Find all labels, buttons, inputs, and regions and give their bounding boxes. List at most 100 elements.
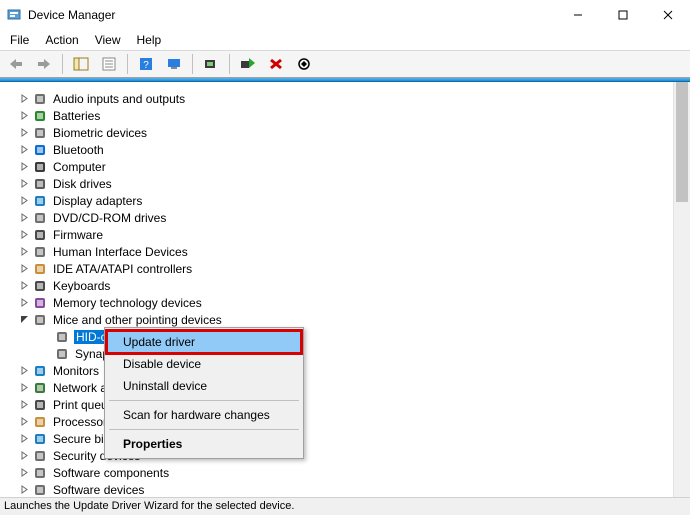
tree-node[interactable]: Disk drives [18, 175, 686, 192]
expand-icon[interactable] [18, 382, 30, 394]
tree-node[interactable]: Computer [18, 158, 686, 175]
scan-hardware-button[interactable] [162, 53, 186, 75]
expand-icon[interactable] [18, 144, 30, 156]
show-hide-console-button[interactable] [69, 53, 93, 75]
tree-node[interactable]: Software devices [18, 481, 686, 497]
device-icon [32, 193, 48, 209]
enable-device-button[interactable] [236, 53, 260, 75]
tree-node[interactable]: Memory technology devices [18, 294, 686, 311]
device-icon [32, 244, 48, 260]
context-menu-item[interactable]: Uninstall device [107, 375, 301, 397]
menu-help[interactable]: Help [129, 31, 170, 49]
expand-icon[interactable] [18, 93, 30, 105]
expand-icon[interactable] [18, 280, 30, 292]
tree-node-label: Keyboards [52, 279, 111, 293]
tree-node-label: Audio inputs and outputs [52, 92, 186, 106]
expand-icon[interactable] [18, 110, 30, 122]
expand-icon[interactable] [18, 467, 30, 479]
expand-icon[interactable] [18, 246, 30, 258]
expand-icon[interactable] [18, 450, 30, 462]
expand-icon[interactable] [18, 484, 30, 496]
tree-node-label: Disk drives [52, 177, 113, 191]
tree-node[interactable]: Keyboards [18, 277, 686, 294]
device-icon [32, 210, 48, 226]
tree-node[interactable]: Firmware [18, 226, 686, 243]
expand-icon[interactable] [18, 365, 30, 377]
device-icon [54, 329, 70, 345]
device-icon [32, 142, 48, 158]
menu-view[interactable]: View [87, 31, 129, 49]
context-menu[interactable]: Update driverDisable deviceUninstall dev… [104, 327, 304, 459]
window-title: Device Manager [28, 8, 115, 22]
tree-node[interactable]: Batteries [18, 107, 686, 124]
scrollbar-thumb[interactable] [676, 82, 688, 202]
tree-node-label: IDE ATA/ATAPI controllers [52, 262, 193, 276]
properties-button[interactable] [97, 53, 121, 75]
tree-node-label: Display adapters [52, 194, 143, 208]
back-button[interactable] [4, 53, 28, 75]
expand-icon[interactable] [18, 212, 30, 224]
expand-icon[interactable] [18, 399, 30, 411]
tree-node[interactable]: Audio inputs and outputs [18, 90, 686, 107]
device-icon [32, 312, 48, 328]
vertical-scrollbar[interactable] [673, 82, 690, 497]
tree-node[interactable]: Mice and other pointing devices [18, 311, 686, 328]
tree-node[interactable]: Biometric devices [18, 124, 686, 141]
device-icon [32, 465, 48, 481]
toolbar: ? [0, 50, 690, 78]
expand-icon[interactable] [18, 263, 30, 275]
expand-icon[interactable] [18, 297, 30, 309]
device-icon [32, 363, 48, 379]
uninstall-device-button[interactable] [264, 53, 288, 75]
expand-icon[interactable] [18, 416, 30, 428]
toolbar-separator [62, 54, 63, 74]
tree-node-label: Memory technology devices [52, 296, 203, 310]
expand-icon[interactable] [18, 433, 30, 445]
expand-icon[interactable] [18, 229, 30, 241]
tree-node[interactable]: Display adapters [18, 192, 686, 209]
tree-node[interactable]: IDE ATA/ATAPI controllers [18, 260, 686, 277]
menu-action[interactable]: Action [37, 31, 86, 49]
tree-node-label: Monitors [52, 364, 100, 378]
expand-icon[interactable] [18, 178, 30, 190]
menu-bar: File Action View Help [0, 30, 690, 50]
tree-node-label: Computer [52, 160, 107, 174]
minimize-button[interactable] [555, 0, 600, 30]
expand-icon[interactable] [18, 127, 30, 139]
disable-device-button[interactable] [292, 53, 316, 75]
device-icon [32, 482, 48, 498]
help-button[interactable]: ? [134, 53, 158, 75]
tree-node[interactable]: Software components [18, 464, 686, 481]
tree-node-label: Firmware [52, 228, 104, 242]
update-driver-button[interactable] [199, 53, 223, 75]
context-menu-separator [109, 400, 299, 401]
tree-node[interactable]: DVD/CD-ROM drives [18, 209, 686, 226]
forward-button[interactable] [32, 53, 56, 75]
device-icon [32, 380, 48, 396]
title-bar: Device Manager [0, 0, 690, 30]
device-icon [32, 125, 48, 141]
context-menu-item[interactable]: Scan for hardware changes [107, 404, 301, 426]
collapse-icon[interactable] [18, 314, 30, 326]
toolbar-separator [229, 54, 230, 74]
close-button[interactable] [645, 0, 690, 30]
menu-file[interactable]: File [2, 31, 37, 49]
device-icon [32, 108, 48, 124]
expand-icon[interactable] [18, 195, 30, 207]
svg-text:?: ? [143, 60, 149, 71]
context-menu-item[interactable]: Update driver [107, 331, 301, 353]
device-icon [32, 91, 48, 107]
device-icon [32, 278, 48, 294]
context-menu-item[interactable]: Disable device [107, 353, 301, 375]
tree-node-label: Software devices [52, 483, 145, 497]
device-icon [32, 397, 48, 413]
device-icon [32, 414, 48, 430]
tree-node[interactable]: Human Interface Devices [18, 243, 686, 260]
tree-node[interactable]: Bluetooth [18, 141, 686, 158]
expand-icon[interactable] [18, 161, 30, 173]
device-icon [32, 261, 48, 277]
device-icon [32, 431, 48, 447]
maximize-button[interactable] [600, 0, 645, 30]
context-menu-item[interactable]: Properties [107, 433, 301, 455]
status-text: Launches the Update Driver Wizard for th… [4, 500, 294, 512]
